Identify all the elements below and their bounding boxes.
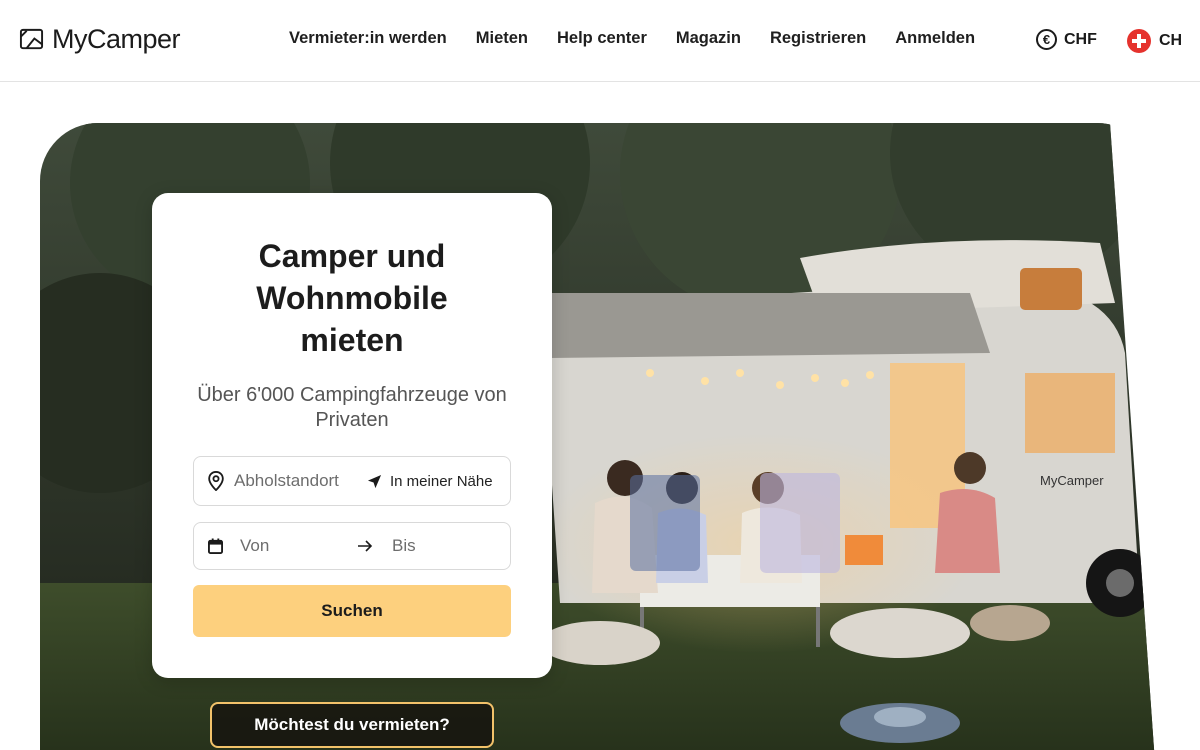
main-nav: Vermieter:in werden Mieten Help center M… bbox=[289, 29, 1004, 48]
arrow-right-icon bbox=[358, 540, 373, 552]
country-selector[interactable]: CH bbox=[1127, 29, 1182, 53]
date-to-input[interactable] bbox=[392, 536, 492, 556]
nav-register[interactable]: Registrieren bbox=[770, 29, 866, 48]
site-header: MyCamper Vermieter:in werden Mieten Help… bbox=[0, 0, 1200, 82]
logo-icon bbox=[19, 28, 44, 50]
nearby-button[interactable]: In meiner Nähe bbox=[367, 473, 493, 490]
location-field[interactable]: In meiner Nähe bbox=[193, 456, 511, 506]
nav-rent[interactable]: Mieten bbox=[476, 29, 528, 48]
nav-magazine[interactable]: Magazin bbox=[676, 29, 741, 48]
country-label: CH bbox=[1159, 32, 1183, 49]
euro-icon: € bbox=[1036, 29, 1057, 50]
date-range-field[interactable] bbox=[193, 522, 511, 570]
date-from-input[interactable] bbox=[240, 536, 340, 556]
page-title: Camper und Wohnmobile mieten bbox=[256, 238, 448, 358]
location-input[interactable] bbox=[234, 471, 359, 491]
nav-become-host[interactable]: Vermieter:in werden bbox=[289, 29, 447, 48]
search-card: Camper und Wohnmobile mieten Über 6'000 … bbox=[152, 193, 552, 678]
page-subtitle: Über 6'000 Campingfahrzeuge von Privaten bbox=[197, 384, 507, 431]
currency-selector[interactable]: € CHF bbox=[1036, 29, 1097, 50]
nav-login[interactable]: Anmelden bbox=[895, 29, 975, 48]
rent-out-button[interactable]: Möchtest du vermieten? bbox=[210, 702, 494, 748]
nearby-label: In meiner Nähe bbox=[390, 472, 493, 490]
swiss-flag-icon bbox=[1127, 29, 1151, 53]
currency-label: CHF bbox=[1064, 30, 1097, 48]
navigation-arrow-icon bbox=[367, 474, 382, 488]
nav-help-center[interactable]: Help center bbox=[557, 29, 647, 48]
search-button[interactable]: Suchen bbox=[193, 585, 511, 637]
location-pin-icon bbox=[208, 471, 224, 491]
calendar-icon bbox=[208, 538, 223, 554]
logo-text: MyCamper bbox=[52, 24, 181, 54]
van-logo-text: MyCamper bbox=[1040, 473, 1104, 488]
logo[interactable]: MyCamper bbox=[19, 24, 181, 55]
